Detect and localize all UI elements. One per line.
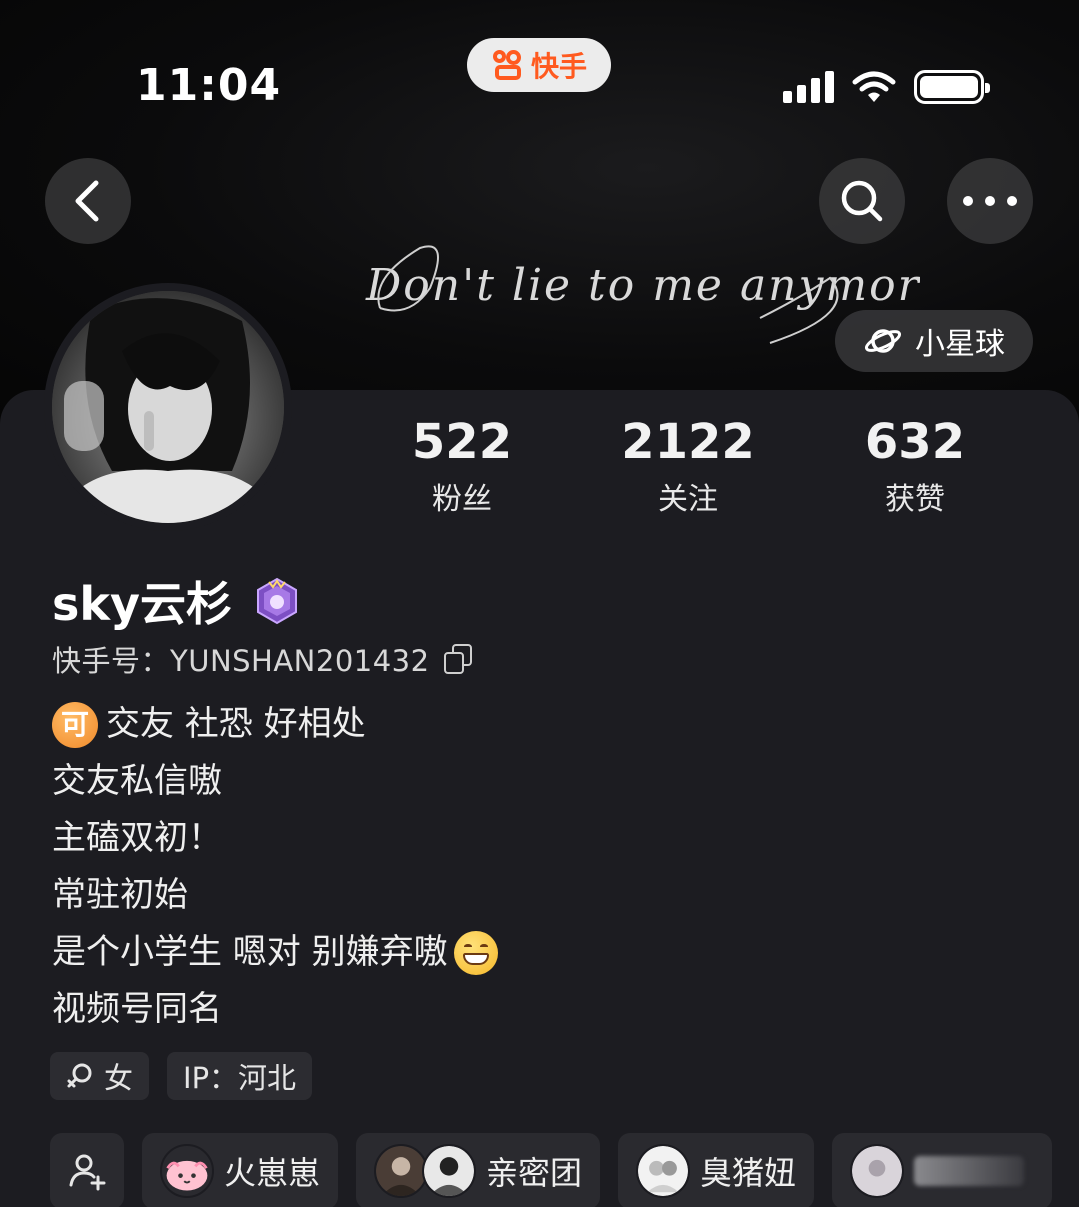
bio-line: 交友私信嗷 [52,753,498,810]
more-dots-icon [963,196,1017,206]
followers-label: 粉丝 [432,482,492,517]
bio-line: 常驻初始 [52,867,498,924]
coin-icon: 可 [52,701,98,748]
followers-count: 522 [411,414,513,470]
friend-chip[interactable]: 火崽崽 [142,1133,339,1207]
profile-tags: 女 IP：河北 [50,1052,313,1100]
grin-emoji-icon [453,930,498,975]
gender-label: 女 [104,1061,134,1095]
more-options-button[interactable] [947,158,1033,244]
likes-count: 632 [864,414,966,470]
bio-text: 是个小学生 嗯对 别嫌弃嗷 [52,932,448,972]
bio-text: 视频号同名 [52,989,222,1029]
battery-icon [914,70,990,104]
ip-tag: IP：河北 [167,1052,313,1100]
planet-button[interactable]: 小星球 [835,310,1033,372]
likes-label: 获赞 [885,482,945,517]
kuaishou-id: 快手号：YUNSHAN201432 [52,644,430,678]
friend-chip-label: 火崽崽 [224,1154,321,1192]
chevron-left-icon [75,180,99,222]
bio-line: 主磕双初！ [52,810,498,867]
friend-chip[interactable]: 亲密团 [356,1133,601,1207]
status-icons [783,70,990,104]
friend-chip[interactable]: 臭猪妞 [618,1133,815,1207]
friend-chip-label: 亲密团 [486,1154,583,1192]
avatar-image [52,291,284,523]
ip-label: IP：河北 [183,1061,297,1095]
kuaishou-logo-icon [491,48,525,82]
cellular-signal-icon [783,71,834,103]
friend-avatar-icon [850,1144,905,1198]
stat-following[interactable]: 2122 关注 [588,412,788,518]
planet-icon [864,329,902,353]
gender-tag: 女 [50,1052,150,1100]
following-label: 关注 [658,482,718,517]
add-user-icon [69,1154,106,1191]
bio-line: 是个小学生 嗯对 别嫌弃嗷 [52,924,498,981]
friend-chip-partial[interactable] [832,1133,1053,1207]
female-icon [67,1063,92,1088]
friend-avatar-icon [636,1144,691,1198]
bio-line: 视频号同名 [52,981,498,1038]
name-row: sky云杉 [52,568,302,634]
profile-name: sky云杉 [52,577,232,631]
stat-likes[interactable]: 632 获赞 [815,412,1015,518]
copy-icon[interactable] [443,644,472,674]
add-friend-button[interactable] [50,1133,124,1207]
wifi-icon [852,71,896,102]
bio-text: 交友 社恐 好相处 [106,704,366,744]
bio: 可 交友 社恐 好相处 交友私信嗷 主磕双初！ 常驻初始 是个小学生 嗯对 别嫌… [52,696,498,1038]
following-count: 2122 [621,414,755,470]
kuaishou-id-row: 快手号：YUNSHAN201432 [52,638,472,680]
bio-text: 交友私信嗷 [52,761,222,801]
friend-avatar-icon [374,1144,429,1198]
level-badge-icon[interactable] [252,576,302,626]
friend-chip-label: 臭猪妞 [700,1154,797,1192]
friend-avatar-icon [422,1144,477,1198]
bio-text: 常驻初始 [52,875,188,915]
back-button[interactable] [45,158,131,244]
app-indicator-pill[interactable]: 快手 [467,38,611,92]
intimate-friends-row: 火崽崽 亲密团 臭猪妞 [50,1133,1053,1207]
avatar[interactable] [44,283,292,531]
status-time: 11:04 [136,60,282,111]
bio-line: 可 交友 社恐 好相处 [52,696,498,753]
planet-label: 小星球 [915,327,1005,362]
stat-followers[interactable]: 522 粉丝 [362,412,562,518]
app-name: 快手 [530,50,587,83]
pet-avatar-icon [160,1144,214,1198]
bio-text: 主磕双初！ [52,818,222,858]
